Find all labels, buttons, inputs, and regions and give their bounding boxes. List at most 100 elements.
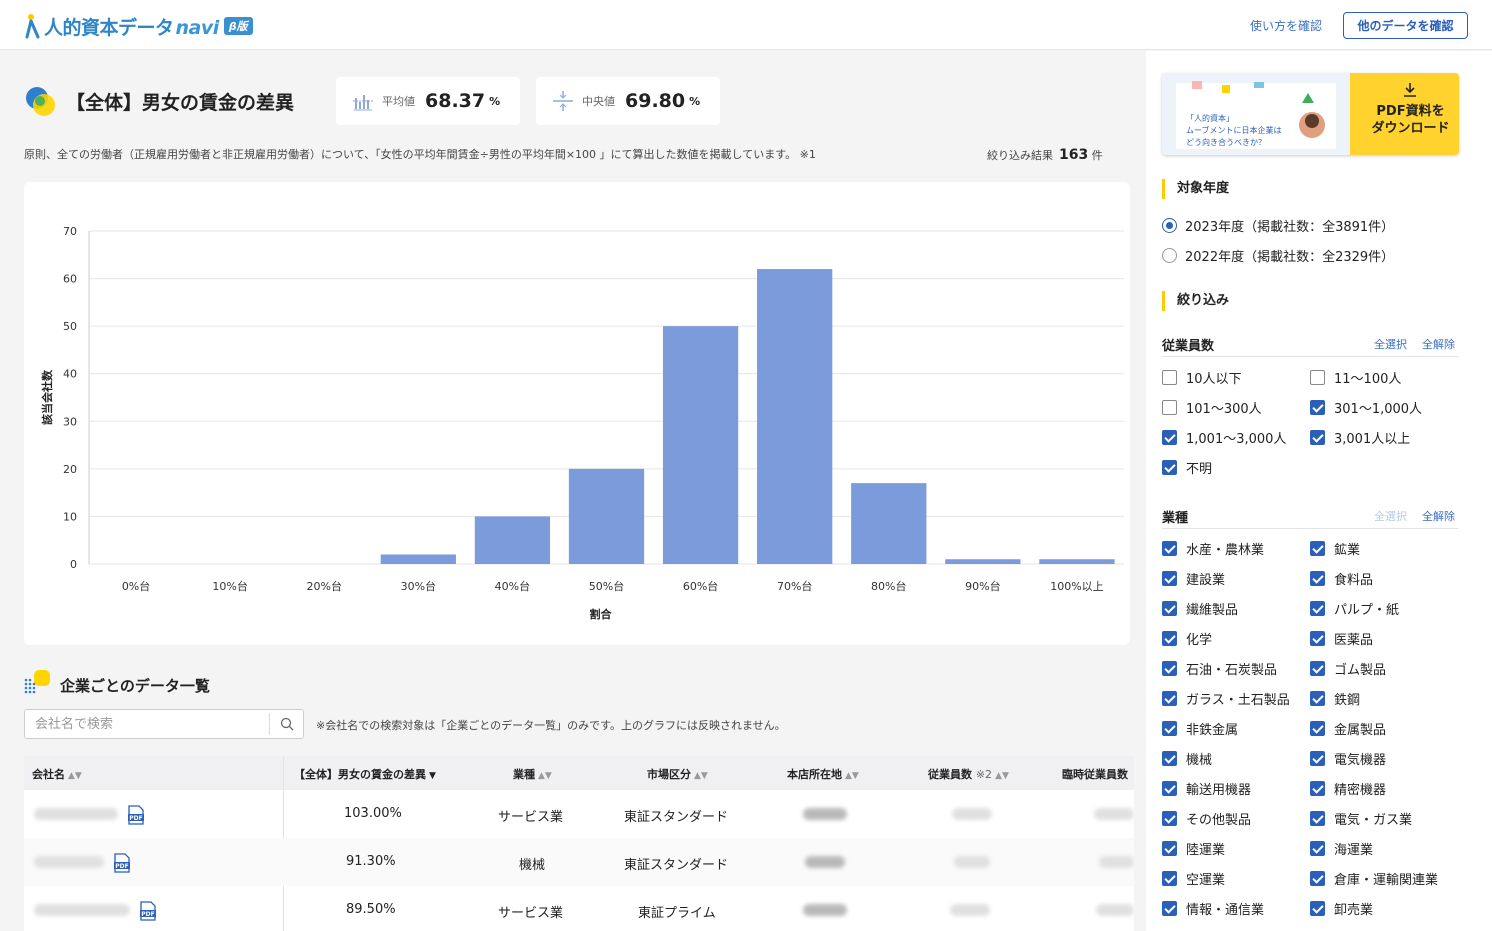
industry-option-label: 医薬品: [1334, 632, 1374, 648]
industry-option[interactable]: 鉱業: [1310, 538, 1360, 558]
table-row[interactable]: PDF 103.00% サービス業 東証スタンダード: [24, 790, 1134, 838]
industry-option[interactable]: 卸売業: [1310, 898, 1373, 918]
industry-option[interactable]: パルプ・紙: [1310, 598, 1399, 618]
table-row[interactable]: PDF 89.50% サービス業 東証プライム: [24, 886, 1134, 931]
y-tick-label: 20: [63, 463, 77, 476]
employees-option[interactable]: 101〜300人: [1162, 397, 1262, 417]
checkbox-unchecked[interactable]: [1310, 369, 1325, 385]
industry-option[interactable]: 空運業: [1162, 868, 1225, 888]
industry-option[interactable]: 海運業: [1310, 838, 1373, 858]
checkbox-checked[interactable]: [1310, 840, 1325, 856]
pdf-icon[interactable]: PDF: [127, 805, 145, 825]
checkbox-checked[interactable]: [1310, 750, 1325, 766]
checkbox-checked[interactable]: [1310, 600, 1325, 616]
industry-option[interactable]: 輸送用機器: [1162, 778, 1251, 798]
employees-option[interactable]: 3,001人以上: [1310, 427, 1410, 447]
checkbox-checked[interactable]: [1310, 660, 1325, 676]
checkbox-checked[interactable]: [1310, 900, 1325, 916]
col-hq[interactable]: 本店所在地 ▲▼: [787, 766, 859, 782]
industry-option[interactable]: 石油・石炭製品: [1162, 658, 1277, 678]
checkbox-checked[interactable]: [1162, 459, 1177, 475]
col-market[interactable]: 市場区分 ▲▼: [647, 766, 708, 782]
checkbox-checked[interactable]: [1162, 600, 1177, 616]
checkbox-checked[interactable]: [1310, 690, 1325, 706]
industry-option-label: 石油・石炭製品: [1186, 662, 1278, 678]
employees-option[interactable]: 不明: [1162, 457, 1212, 477]
industry-option[interactable]: ガラス・土石製品: [1162, 688, 1290, 708]
checkbox-checked[interactable]: [1162, 870, 1177, 886]
industry-option[interactable]: その他製品: [1162, 808, 1251, 828]
industry-option[interactable]: 非鉄金属: [1162, 718, 1238, 738]
checkbox-checked[interactable]: [1310, 780, 1325, 796]
industry-option[interactable]: 機械: [1162, 748, 1212, 768]
checkbox-checked[interactable]: [1162, 690, 1177, 706]
pdf-download-banner[interactable]: 「人的資本」 ムーブメントに日本企業は どう向き合うべきか？ PDF資料を ダウンロー…: [1162, 73, 1459, 155]
site-logo[interactable]: 人的資本データ navi β版: [24, 12, 253, 40]
checkbox-checked[interactable]: [1310, 870, 1325, 886]
employees-option[interactable]: 301〜1,000人: [1310, 397, 1422, 417]
industry-option[interactable]: 電気・ガス業: [1310, 808, 1412, 828]
checkbox-unchecked[interactable]: [1162, 369, 1177, 385]
industry-clear-all[interactable]: 全解除: [1422, 508, 1455, 524]
checkbox-checked[interactable]: [1310, 429, 1325, 445]
pdf-icon[interactable]: PDF: [139, 901, 157, 921]
checkbox-checked[interactable]: [1310, 810, 1325, 826]
table-row[interactable]: PDF 91.30% 機械 東証スタンダード: [24, 838, 1134, 886]
checkbox-checked[interactable]: [1310, 630, 1325, 646]
industry-option[interactable]: 水産・農林業: [1162, 538, 1264, 558]
col-company[interactable]: 会社名 ▲▼: [32, 766, 82, 782]
x-tick-label: 0%台: [122, 579, 150, 593]
industry-option[interactable]: 化学: [1162, 628, 1212, 648]
industry-option-label: 精密機器: [1334, 782, 1387, 798]
search-icon[interactable]: [269, 713, 303, 735]
industry-option[interactable]: 食料品: [1310, 568, 1373, 588]
checkbox-checked[interactable]: [1162, 570, 1177, 586]
employees-option[interactable]: 11〜100人: [1310, 367, 1401, 387]
checkbox-checked[interactable]: [1162, 900, 1177, 916]
industry-option[interactable]: 情報・通信業: [1162, 898, 1264, 918]
industry-option[interactable]: 医薬品: [1310, 628, 1373, 648]
checkbox-checked[interactable]: [1162, 540, 1177, 556]
industry-option[interactable]: 建設業: [1162, 568, 1225, 588]
employees-clear-all[interactable]: 全解除: [1422, 336, 1455, 352]
employees-select-all[interactable]: 全選択: [1374, 336, 1407, 352]
industry-option[interactable]: 陸運業: [1162, 838, 1225, 858]
other-data-button[interactable]: 他のデータを確認: [1343, 12, 1468, 39]
industry-option[interactable]: 電気機器: [1310, 748, 1386, 768]
employees-option[interactable]: 1,001〜3,000人: [1162, 427, 1286, 447]
checkbox-checked[interactable]: [1310, 399, 1325, 415]
col-wage-gap[interactable]: 【全体】男女の賃金の差異 ▼: [294, 766, 436, 782]
company-search-input[interactable]: [25, 710, 269, 738]
radio-selected[interactable]: [1162, 217, 1177, 233]
industry-select-all[interactable]: 全選択: [1374, 508, 1407, 524]
checkbox-checked[interactable]: [1162, 780, 1177, 796]
checkbox-checked[interactable]: [1162, 630, 1177, 646]
checkbox-checked[interactable]: [1162, 429, 1177, 445]
checkbox-checked[interactable]: [1162, 750, 1177, 766]
checkbox-checked[interactable]: [1162, 720, 1177, 736]
checkbox-checked[interactable]: [1162, 810, 1177, 826]
industry-option[interactable]: 鉄鋼: [1310, 688, 1360, 708]
radio-unselected[interactable]: [1162, 247, 1177, 263]
checkbox-checked[interactable]: [1162, 840, 1177, 856]
checkbox-unchecked[interactable]: [1162, 399, 1177, 415]
employees-option[interactable]: 10人以下: [1162, 367, 1242, 387]
industry-option-label: 建設業: [1186, 572, 1226, 588]
checkbox-checked[interactable]: [1310, 540, 1325, 556]
col-employees[interactable]: 従業員数 ※2 ▲▼: [928, 766, 1009, 782]
col-temp-employees[interactable]: 臨時従業員数: [1062, 766, 1128, 782]
industry-option[interactable]: 精密機器: [1310, 778, 1386, 798]
sort-icon: ▲▼: [694, 771, 708, 781]
col-industry[interactable]: 業種 ▲▼: [513, 766, 552, 782]
pdf-icon[interactable]: PDF: [113, 853, 131, 873]
industry-option[interactable]: 倉庫・運輸関連業: [1310, 868, 1438, 888]
industry-option[interactable]: 繊維製品: [1162, 598, 1238, 618]
checkbox-checked[interactable]: [1310, 720, 1325, 736]
checkbox-checked[interactable]: [1162, 660, 1177, 676]
industry-option[interactable]: 金属製品: [1310, 718, 1386, 738]
howto-link[interactable]: 使い方を確認: [1250, 17, 1322, 34]
industry-option[interactable]: ゴム製品: [1310, 658, 1386, 678]
year-option-2023[interactable]: 2023年度（掲載社数：全3891件）: [1162, 215, 1394, 235]
year-option-2022[interactable]: 2022年度（掲載社数：全2329件）: [1162, 245, 1394, 265]
checkbox-checked[interactable]: [1310, 570, 1325, 586]
